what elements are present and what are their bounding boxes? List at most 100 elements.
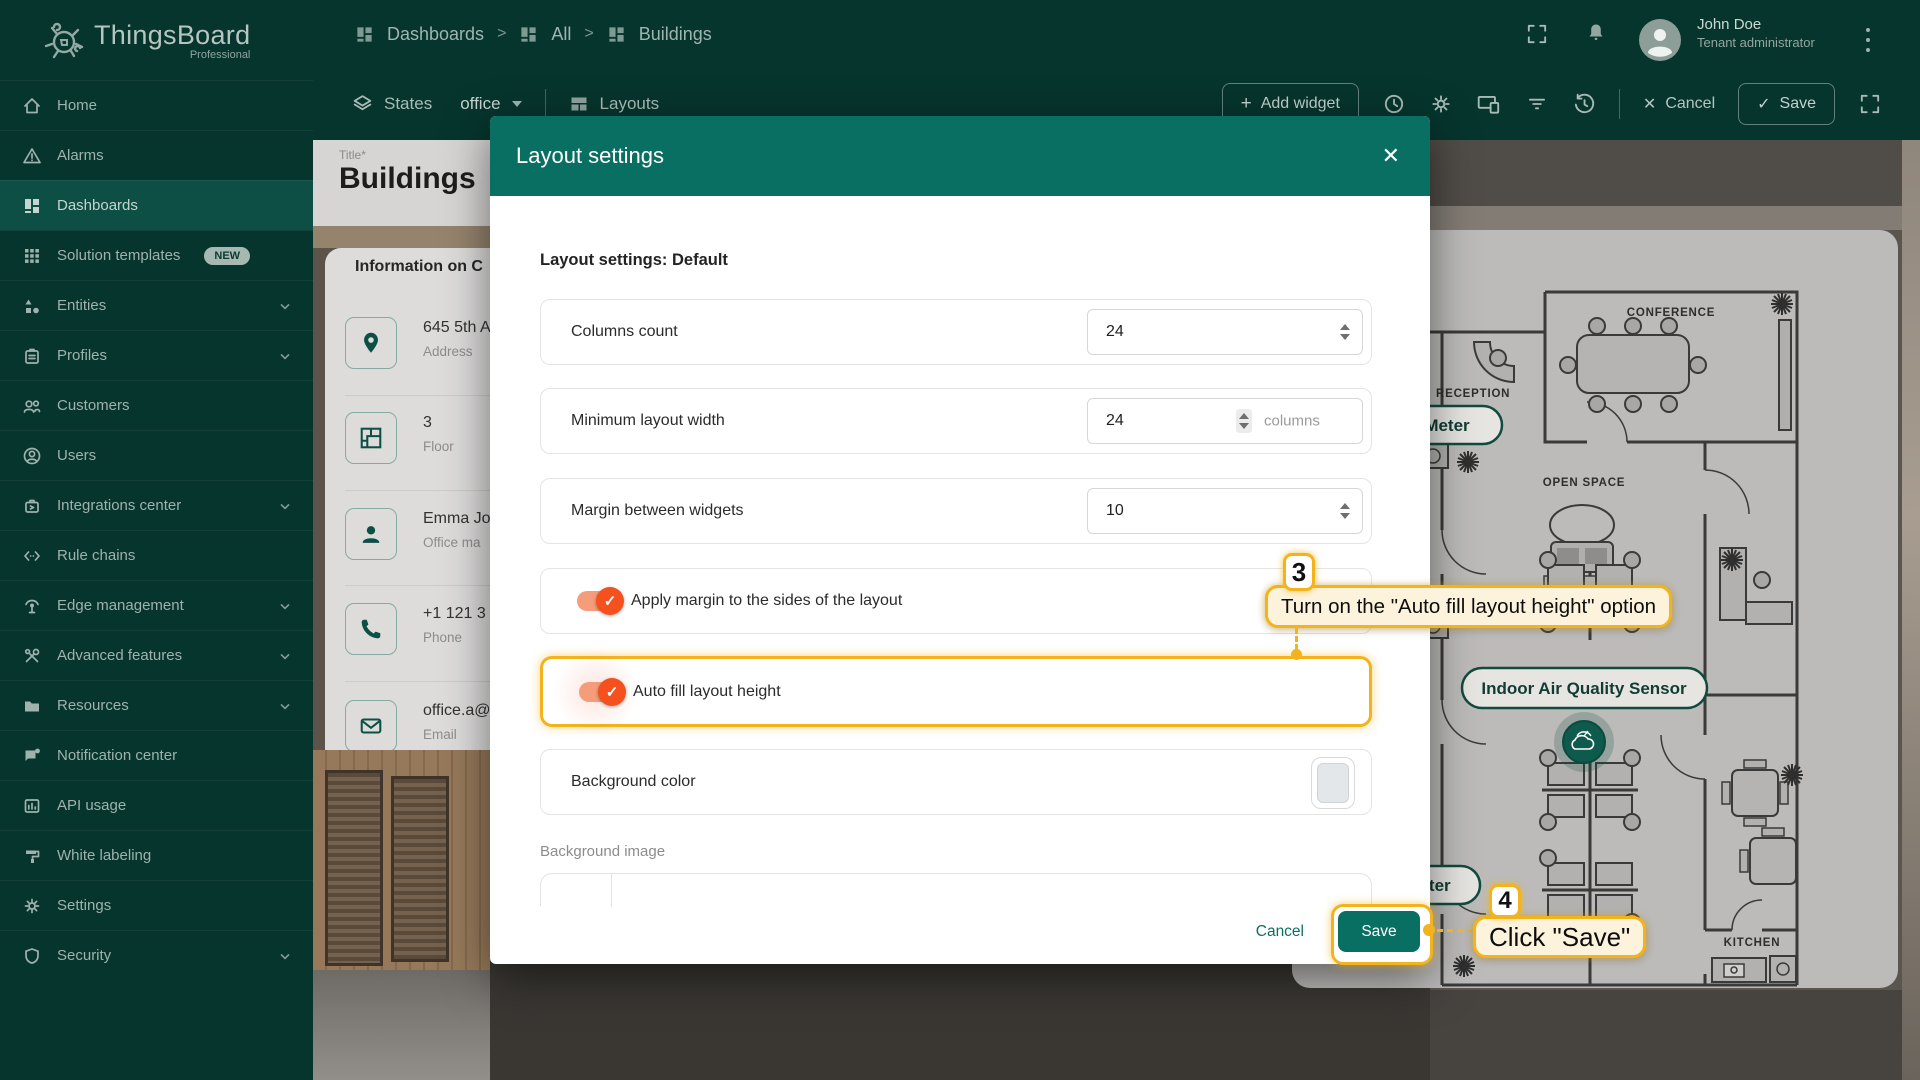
step-4-callout: Click "Save": [1473, 916, 1646, 958]
toolbar-divider: [1619, 89, 1620, 119]
auto-fill-height-toggle[interactable]: [579, 682, 619, 702]
sidebar-item-label: Solution templates: [57, 247, 180, 264]
minimum-layout-width-input[interactable]: 24 columns: [1087, 398, 1363, 444]
save-dashboard-button[interactable]: ✓Save: [1738, 83, 1835, 125]
sidebar-item-resources[interactable]: Resources: [0, 680, 313, 730]
breadcrumb-buildings[interactable]: Buildings: [639, 24, 712, 45]
dialog-subtitle: Layout settings: Default: [540, 251, 728, 270]
sidebar-item-users[interactable]: Users: [0, 430, 313, 480]
sidebar-item-alarms[interactable]: Alarms: [0, 130, 313, 180]
stepper-up-icon[interactable]: [1340, 324, 1350, 330]
state-select-value[interactable]: office: [460, 94, 500, 114]
user-menu[interactable]: John Doe Tenant administrator: [1697, 16, 1815, 51]
step-4-number: 4: [1498, 887, 1511, 915]
office-photo-floor: [313, 970, 490, 1080]
background-color-swatch[interactable]: [1311, 757, 1355, 809]
apply-margin-toggle[interactable]: [577, 591, 617, 611]
stepper-up-icon[interactable]: [1239, 413, 1249, 419]
breadcrumb-dashboards[interactable]: Dashboards: [387, 24, 484, 45]
fullscreen-icon[interactable]: [1858, 92, 1882, 116]
device-preview-icon[interactable]: [1476, 92, 1502, 116]
stepper-down-icon[interactable]: [1340, 334, 1350, 340]
field-label: Minimum layout width: [571, 412, 725, 430]
sidebar-item-entities[interactable]: Entities: [0, 280, 313, 330]
sidebar-item-notification-center[interactable]: Notification center: [0, 730, 313, 780]
margin-between-widgets-input[interactable]: 10: [1087, 488, 1363, 534]
layouts-button[interactable]: Layouts: [600, 94, 660, 114]
thingsboard-bug-icon: [44, 18, 84, 62]
alarm-triangle-icon: [22, 146, 42, 166]
title-field-value[interactable]: Buildings: [339, 162, 476, 196]
notifications-bell-icon[interactable]: [1585, 21, 1607, 45]
columns-count-input[interactable]: 24: [1087, 309, 1363, 355]
chevron-down-icon: [277, 698, 293, 714]
stepper-down-icon[interactable]: [1239, 423, 1249, 429]
input-value: 24: [1106, 412, 1124, 430]
sidebar-item-solution-templates[interactable]: Solution templatesNEW: [0, 230, 313, 280]
chevron-down-icon: [277, 598, 293, 614]
sidebar-item-dashboards[interactable]: Dashboards: [0, 180, 313, 230]
sidebar-item-profiles[interactable]: Profiles: [0, 330, 313, 380]
sidebar-item-label: Resources: [57, 697, 129, 714]
info-value: 645 5th A: [423, 319, 490, 337]
floor-plan-icon: [345, 412, 397, 464]
brand-logo[interactable]: ThingsBoard Professional: [0, 0, 313, 80]
divider: [345, 681, 490, 682]
dashboard-background-left: Title* Buildings Information on C 645 5t…: [313, 140, 490, 1080]
field-label: Columns count: [571, 323, 678, 341]
number-stepper[interactable]: [1340, 324, 1350, 340]
photo-strip: [1902, 140, 1920, 1080]
history-restore-icon[interactable]: [1572, 92, 1596, 116]
fullscreen-icon[interactable]: [1525, 22, 1549, 46]
margin-between-widgets-field: Margin between widgets 10: [540, 478, 1372, 544]
divider: [345, 490, 490, 491]
sidebar-item-security[interactable]: Security: [0, 930, 313, 980]
stepper-up-icon[interactable]: [1340, 503, 1350, 509]
avatar[interactable]: [1639, 19, 1681, 61]
number-stepper[interactable]: [1236, 409, 1252, 433]
dashboard-settings-gear-icon[interactable]: [1429, 92, 1453, 116]
breadcrumb-all[interactable]: All: [551, 24, 571, 45]
chevron-down-icon: [277, 348, 293, 364]
states-layers-icon: [352, 94, 373, 114]
room-label-conference: CONFERENCE: [1627, 307, 1716, 319]
caret-down-icon[interactable]: [512, 101, 522, 107]
save-highlight-ring: [1331, 904, 1433, 965]
cancel-button[interactable]: Cancel: [1246, 915, 1314, 949]
sidebar-item-advanced-features[interactable]: Advanced features: [0, 630, 313, 680]
sidebar-item-label: Notification center: [57, 747, 177, 764]
time-window-clock-icon[interactable]: [1382, 92, 1406, 116]
stepper-down-icon[interactable]: [1340, 513, 1350, 519]
app-root: ThingsBoard Professional Home Alarms Das…: [0, 0, 1920, 1080]
edge-antenna-icon: [22, 596, 42, 616]
sidebar-item-edge-management[interactable]: Edge management: [0, 580, 313, 630]
dialog-header: Layout settings ✕: [490, 116, 1430, 196]
chevron-down-icon: [277, 648, 293, 664]
sidebar-item-home[interactable]: Home: [0, 80, 313, 130]
sidebar: ThingsBoard Professional Home Alarms Das…: [0, 0, 313, 1080]
office-door: [325, 770, 383, 966]
shield-icon: [22, 946, 42, 966]
room-label-open-space: OPEN SPACE: [1543, 477, 1626, 489]
cancel-dashboard-button[interactable]: ✕Cancel: [1643, 94, 1715, 114]
sidebar-item-customers[interactable]: Customers: [0, 380, 313, 430]
email-icon: [345, 700, 397, 750]
sidebar-item-integrations-center[interactable]: Integrations center: [0, 480, 313, 530]
sidebar-item-api-usage[interactable]: API usage: [0, 780, 313, 830]
air-quality-sensor-marker[interactable]: [1554, 712, 1614, 772]
sidebar-item-settings[interactable]: Settings: [0, 880, 313, 930]
info-widget-card: Information on C 645 5th A Address 3 Flo…: [325, 248, 490, 750]
title-field-label: Title*: [339, 148, 366, 162]
phone-icon: [345, 603, 397, 655]
dashboard-title-block: Title* Buildings: [313, 140, 490, 226]
air-quality-sensor-pill[interactable]: Indoor Air Quality Sensor: [1462, 668, 1707, 708]
close-icon[interactable]: ✕: [1378, 139, 1404, 173]
input-suffix: columns: [1264, 413, 1320, 430]
number-stepper[interactable]: [1340, 503, 1350, 519]
background-color-row: Background color: [540, 749, 1372, 815]
sidebar-item-white-labeling[interactable]: White labeling: [0, 830, 313, 880]
rule-chains-code-icon: [22, 546, 42, 566]
filter-icon[interactable]: [1525, 92, 1549, 116]
sidebar-item-rule-chains[interactable]: Rule chains: [0, 530, 313, 580]
kebab-menu-icon[interactable]: [1861, 20, 1875, 60]
